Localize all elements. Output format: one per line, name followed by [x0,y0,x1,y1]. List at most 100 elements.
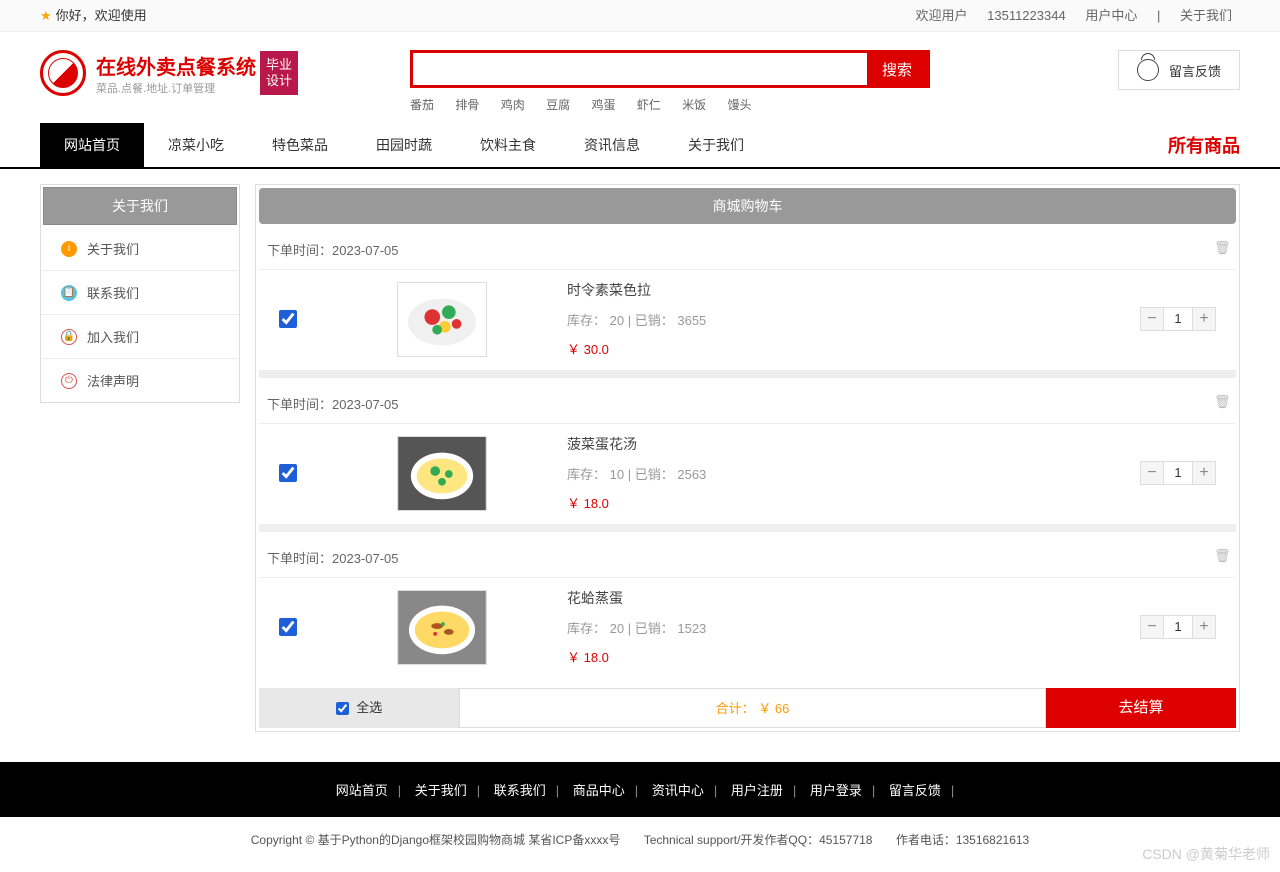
headset-icon [1137,59,1159,81]
order-time: 2023-07-05 [332,397,399,412]
hotword[interactable]: 馒头 [728,98,752,112]
cart-item: 下单时间：2023-07-05 🗑 时令素菜色拉 库存： 20 | 已销： 36… [259,224,1236,370]
hotword[interactable]: 豆腐 [546,98,570,112]
header: 在线外卖点餐系统 菜品.点餐.地址.订单管理 毕业设计 搜索 番茄 排骨 鸡肉 … [0,32,1280,123]
footer-link[interactable]: 用户登录 [810,783,862,798]
sidebar-item-legal[interactable]: ⏻ 法律声明 [41,359,239,402]
user-label: 欢迎用户 [915,8,967,23]
logo-area[interactable]: 在线外卖点餐系统 菜品.点餐.地址.订单管理 毕业设计 [40,50,410,96]
food-price: ￥ 18.0 [567,647,1140,666]
top-bar: ★ 你好，欢迎使用 欢迎用户 13511223344 用户中心 | 关于我们 [0,0,1280,32]
food-image [397,590,487,665]
power-icon: ⏻ [61,373,77,389]
trash-icon[interactable]: 🗑 [1214,548,1228,564]
hotword[interactable]: 番茄 [410,98,434,112]
nav-item[interactable]: 饮料主食 [456,123,560,167]
feedback-label: 留言反馈 [1169,61,1221,80]
search-button[interactable]: 搜索 [867,53,927,85]
nav-item[interactable]: 凉菜小吃 [144,123,248,167]
star-icon: ★ [40,0,52,32]
quantity-stepper: − 1 + [1140,461,1216,485]
sidebar-item-contact[interactable]: 📋 联系我们 [41,271,239,315]
footer-link[interactable]: 网站首页 [336,783,388,798]
food-image [397,282,487,357]
copyright: Copyright © 基于Python的Django框架校园购物商城 某省IC… [0,817,1280,862]
footer-link[interactable]: 关于我们 [415,783,467,798]
footer: 网站首页| 关于我们| 联系我们| 商品中心| 资讯中心| 用户注册| 用户登录… [0,762,1280,817]
hotword[interactable]: 虾仁 [637,98,661,112]
footer-link[interactable]: 商品中心 [573,783,625,798]
food-name: 花蛤蒸蛋 [567,588,1140,608]
cart-footer: 全选 合计： ￥ 66 去结算 [259,688,1236,728]
logo-title: 在线外卖点餐系统 [96,51,256,80]
select-all-checkbox[interactable] [336,702,349,715]
sidebar-item-label: 关于我们 [87,239,139,258]
user-phone: 13511223344 [987,8,1066,23]
nav-item[interactable]: 特色菜品 [248,123,352,167]
trash-icon[interactable]: 🗑 [1214,394,1228,410]
qty-plus-button[interactable]: + [1193,462,1215,484]
all-goods-link[interactable]: 所有商品 [1168,132,1240,158]
hot-words: 番茄 排骨 鸡肉 豆腐 鸡蛋 虾仁 米饭 馒头 [410,96,930,113]
trash-icon[interactable]: 🗑 [1214,240,1228,256]
search-input[interactable] [413,53,867,85]
order-time-label: 下单时间： [267,397,332,412]
food-meta: 库存： 20 | 已销： 3655 [567,310,1140,329]
cart-header: 商城购物车 [259,188,1236,224]
user-center-link[interactable]: 用户中心 [1085,8,1137,23]
food-price: ￥ 30.0 [567,339,1140,358]
clipboard-icon: 📋 [61,285,77,301]
item-checkbox[interactable] [279,310,297,328]
order-time: 2023-07-05 [332,243,399,258]
food-meta: 库存： 10 | 已销： 2563 [567,464,1140,483]
footer-link[interactable]: 资讯中心 [652,783,704,798]
hotword[interactable]: 米饭 [682,98,706,112]
cart-panel: 商城购物车 下单时间：2023-07-05 🗑 时令素菜色拉 库存： 20 | … [255,184,1240,732]
item-checkbox[interactable] [279,464,297,482]
checkout-button[interactable]: 去结算 [1046,688,1236,728]
hotword[interactable]: 鸡蛋 [591,98,615,112]
qty-value: 1 [1163,462,1193,484]
sidebar-item-label: 加入我们 [87,327,139,346]
food-image [397,436,487,511]
footer-link[interactable]: 用户注册 [731,783,783,798]
quantity-stepper: − 1 + [1140,615,1216,639]
item-checkbox[interactable] [279,618,297,636]
nav-item[interactable]: 关于我们 [664,123,768,167]
sidebar-item-join[interactable]: 🔒 加入我们 [41,315,239,359]
sidebar-item-label: 法律声明 [87,371,139,390]
sidebar-item-label: 联系我们 [87,283,139,302]
welcome-text: 你好，欢迎使用 [56,0,147,32]
hotword[interactable]: 排骨 [455,98,479,112]
qty-minus-button[interactable]: − [1141,462,1163,484]
footer-link[interactable]: 联系我们 [494,783,546,798]
info-icon: i [61,241,77,257]
nav-item[interactable]: 资讯信息 [560,123,664,167]
food-name: 菠菜蛋花汤 [567,434,1140,454]
about-link[interactable]: 关于我们 [1180,8,1232,23]
qty-minus-button[interactable]: − [1141,616,1163,638]
qty-plus-button[interactable]: + [1193,616,1215,638]
qty-minus-button[interactable]: − [1141,308,1163,330]
logo-icon [40,50,86,96]
cart-total: 合计： ￥ 66 [459,688,1046,728]
qty-plus-button[interactable]: + [1193,308,1215,330]
search-box: 搜索 [410,50,930,88]
cart-item: 下单时间：2023-07-05 🗑 菠菜蛋花汤 库存： 10 | 已销： 256… [259,378,1236,524]
select-all[interactable]: 全选 [259,688,459,728]
food-meta: 库存： 20 | 已销： 1523 [567,618,1140,637]
footer-link[interactable]: 留言反馈 [889,783,941,798]
nav-home[interactable]: 网站首页 [40,123,144,167]
logo-badge: 毕业设计 [260,51,298,94]
sidebar: 关于我们 i 关于我们 📋 联系我们 🔒 加入我们 ⏻ 法律声明 [40,184,240,403]
nav-item[interactable]: 田园时蔬 [352,123,456,167]
order-time-label: 下单时间： [267,243,332,258]
food-price: ￥ 18.0 [567,493,1140,512]
cart-item: 下单时间：2023-07-05 🗑 花蛤蒸蛋 库存： 20 | 已销： 1523… [259,532,1236,678]
feedback-button[interactable]: 留言反馈 [1118,50,1240,90]
order-time: 2023-07-05 [332,551,399,566]
logo-subtitle: 菜品.点餐.地址.订单管理 [96,80,256,96]
hotword[interactable]: 鸡肉 [501,98,525,112]
sidebar-item-about[interactable]: i 关于我们 [41,227,239,271]
qty-value: 1 [1163,308,1193,330]
